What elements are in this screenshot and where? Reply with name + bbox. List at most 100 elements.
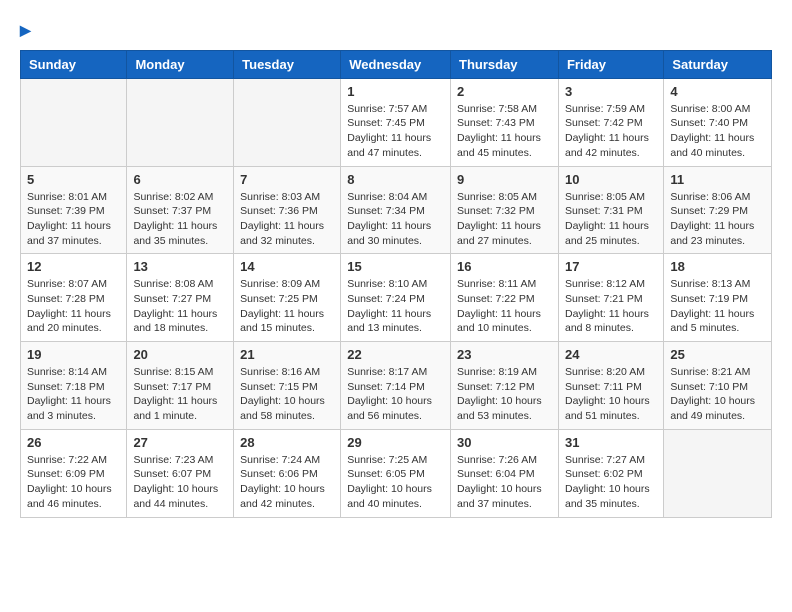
day-info: Sunrise: 7:57 AM Sunset: 7:45 PM Dayligh… <box>347 102 444 161</box>
day-info: Sunrise: 8:14 AM Sunset: 7:18 PM Dayligh… <box>27 365 120 424</box>
header-cell-sunday: Sunday <box>21 50 127 78</box>
calendar-cell: 5Sunrise: 8:01 AM Sunset: 7:39 PM Daylig… <box>21 166 127 254</box>
day-info: Sunrise: 8:20 AM Sunset: 7:11 PM Dayligh… <box>565 365 657 424</box>
calendar-cell: 14 Sunrise: 8:09 AM Sunset: 7:25 PM Dayli… <box>234 254 341 342</box>
day-number: 25 <box>670 347 765 362</box>
day-info: Sunrise: 7:27 AM Sunset: 6:02 PM Dayligh… <box>565 453 657 512</box>
day-number: 2 <box>457 84 552 99</box>
header-cell-monday: Monday <box>127 50 234 78</box>
day-info: Sunrise: 7:58 AM Sunset: 7:43 PM Dayligh… <box>457 102 552 161</box>
day-info: Sunrise: 8:12 AM Sunset: 7:21 PM Dayligh… <box>565 277 657 336</box>
week-row-3: 12 Sunrise: 8:07 AM Sunset: 7:28 PM Dayli… <box>21 254 772 342</box>
calendar-cell: 26 Sunrise: 7:22 AM Sunset: 6:09 PM Dayli… <box>21 429 127 517</box>
day-info: Sunrise: 7:22 AM Sunset: 6:09 PM Dayligh… <box>27 453 120 512</box>
day-number: 17 <box>565 259 657 274</box>
calendar-cell: 25 Sunrise: 8:21 AM Sunset: 7:10 PM Dayli… <box>664 342 772 430</box>
day-info: Sunrise: 7:24 AM Sunset: 6:06 PM Dayligh… <box>240 453 334 512</box>
calendar-cell: 3 Sunrise: 7:59 AM Sunset: 7:42 PM Daylig… <box>558 78 663 166</box>
calendar-cell: 18 Sunrise: 8:13 AM Sunset: 7:19 PM Dayli… <box>664 254 772 342</box>
header-cell-saturday: Saturday <box>664 50 772 78</box>
day-info: Sunrise: 8:05 AM Sunset: 7:31 PM Dayligh… <box>565 190 657 249</box>
day-info: Sunrise: 7:25 AM Sunset: 6:05 PM Dayligh… <box>347 453 444 512</box>
day-number: 4 <box>670 84 765 99</box>
day-info: Sunrise: 8:08 AM Sunset: 7:27 PM Dayligh… <box>133 277 227 336</box>
calendar-cell: 15 Sunrise: 8:10 AM Sunset: 7:24 PM Dayli… <box>341 254 451 342</box>
header-cell-wednesday: Wednesday <box>341 50 451 78</box>
calendar-cell: 9 Sunrise: 8:05 AM Sunset: 7:32 PM Daylig… <box>451 166 559 254</box>
calendar-cell <box>234 78 341 166</box>
calendar-cell: 7 Sunrise: 8:03 AM Sunset: 7:36 PM Daylig… <box>234 166 341 254</box>
day-number: 24 <box>565 347 657 362</box>
week-row-4: 19 Sunrise: 8:14 AM Sunset: 7:18 PM Dayli… <box>21 342 772 430</box>
day-number: 10 <box>565 172 657 187</box>
week-row-2: 5Sunrise: 8:01 AM Sunset: 7:39 PM Daylig… <box>21 166 772 254</box>
day-number: 16 <box>457 259 552 274</box>
calendar-cell <box>21 78 127 166</box>
calendar-cell: 16 Sunrise: 8:11 AM Sunset: 7:22 PM Dayli… <box>451 254 559 342</box>
page-header: ▶ <box>20 20 772 40</box>
day-info: Sunrise: 8:15 AM Sunset: 7:17 PM Dayligh… <box>133 365 227 424</box>
day-number: 19 <box>27 347 120 362</box>
calendar-header: SundayMondayTuesdayWednesdayThursdayFrid… <box>21 50 772 78</box>
day-info: Sunrise: 8:21 AM Sunset: 7:10 PM Dayligh… <box>670 365 765 424</box>
day-info: Sunrise: 8:05 AM Sunset: 7:32 PM Dayligh… <box>457 190 552 249</box>
day-info: Sunrise: 8:11 AM Sunset: 7:22 PM Dayligh… <box>457 277 552 336</box>
day-number: 21 <box>240 347 334 362</box>
header-cell-tuesday: Tuesday <box>234 50 341 78</box>
calendar-cell: 11Sunrise: 8:06 AM Sunset: 7:29 PM Dayli… <box>664 166 772 254</box>
day-info: Sunrise: 8:00 AM Sunset: 7:40 PM Dayligh… <box>670 102 765 161</box>
day-info: Sunrise: 8:16 AM Sunset: 7:15 PM Dayligh… <box>240 365 334 424</box>
day-info: Sunrise: 7:59 AM Sunset: 7:42 PM Dayligh… <box>565 102 657 161</box>
calendar-cell: 30Sunrise: 7:26 AM Sunset: 6:04 PM Dayli… <box>451 429 559 517</box>
calendar-cell <box>127 78 234 166</box>
day-info: Sunrise: 8:13 AM Sunset: 7:19 PM Dayligh… <box>670 277 765 336</box>
calendar-cell: 24 Sunrise: 8:20 AM Sunset: 7:11 PM Dayli… <box>558 342 663 430</box>
calendar-cell: 2 Sunrise: 7:58 AM Sunset: 7:43 PM Daylig… <box>451 78 559 166</box>
header-row: SundayMondayTuesdayWednesdayThursdayFrid… <box>21 50 772 78</box>
calendar-cell: 8Sunrise: 8:04 AM Sunset: 7:34 PM Daylig… <box>341 166 451 254</box>
day-number: 23 <box>457 347 552 362</box>
day-info: Sunrise: 7:23 AM Sunset: 6:07 PM Dayligh… <box>133 453 227 512</box>
logo-icon-shape: ▶ <box>20 22 31 38</box>
calendar-cell: 20 Sunrise: 8:15 AM Sunset: 7:17 PM Dayli… <box>127 342 234 430</box>
day-number: 1 <box>347 84 444 99</box>
header-cell-friday: Friday <box>558 50 663 78</box>
day-number: 22 <box>347 347 444 362</box>
day-number: 11 <box>670 172 765 187</box>
day-info: Sunrise: 8:03 AM Sunset: 7:36 PM Dayligh… <box>240 190 334 249</box>
logo-text: ▶ <box>20 20 31 40</box>
logo: ▶ <box>20 20 31 40</box>
day-number: 8 <box>347 172 444 187</box>
calendar-cell: 23Sunrise: 8:19 AM Sunset: 7:12 PM Dayli… <box>451 342 559 430</box>
day-info: Sunrise: 8:07 AM Sunset: 7:28 PM Dayligh… <box>27 277 120 336</box>
day-info: Sunrise: 7:26 AM Sunset: 6:04 PM Dayligh… <box>457 453 552 512</box>
day-number: 15 <box>347 259 444 274</box>
calendar-cell: 27 Sunrise: 7:23 AM Sunset: 6:07 PM Dayli… <box>127 429 234 517</box>
day-number: 28 <box>240 435 334 450</box>
calendar-cell: 19 Sunrise: 8:14 AM Sunset: 7:18 PM Dayli… <box>21 342 127 430</box>
day-number: 3 <box>565 84 657 99</box>
calendar-cell: 22Sunrise: 8:17 AM Sunset: 7:14 PM Dayli… <box>341 342 451 430</box>
day-info: Sunrise: 8:09 AM Sunset: 7:25 PM Dayligh… <box>240 277 334 336</box>
day-info: Sunrise: 8:01 AM Sunset: 7:39 PM Dayligh… <box>27 190 120 249</box>
day-number: 14 <box>240 259 334 274</box>
day-number: 27 <box>133 435 227 450</box>
calendar-cell: 6 Sunrise: 8:02 AM Sunset: 7:37 PM Daylig… <box>127 166 234 254</box>
calendar-cell: 31Sunrise: 7:27 AM Sunset: 6:02 PM Dayli… <box>558 429 663 517</box>
day-number: 9 <box>457 172 552 187</box>
calendar-cell: 28 Sunrise: 7:24 AM Sunset: 6:06 PM Dayli… <box>234 429 341 517</box>
calendar-cell: 21 Sunrise: 8:16 AM Sunset: 7:15 PM Dayli… <box>234 342 341 430</box>
header-cell-thursday: Thursday <box>451 50 559 78</box>
calendar-cell: 10 Sunrise: 8:05 AM Sunset: 7:31 PM Dayli… <box>558 166 663 254</box>
day-info: Sunrise: 8:02 AM Sunset: 7:37 PM Dayligh… <box>133 190 227 249</box>
day-number: 6 <box>133 172 227 187</box>
day-number: 12 <box>27 259 120 274</box>
day-number: 7 <box>240 172 334 187</box>
calendar-table: SundayMondayTuesdayWednesdayThursdayFrid… <box>20 50 772 518</box>
day-number: 20 <box>133 347 227 362</box>
day-number: 26 <box>27 435 120 450</box>
day-info: Sunrise: 8:10 AM Sunset: 7:24 PM Dayligh… <box>347 277 444 336</box>
calendar-cell: 13Sunrise: 8:08 AM Sunset: 7:27 PM Dayli… <box>127 254 234 342</box>
week-row-5: 26 Sunrise: 7:22 AM Sunset: 6:09 PM Dayli… <box>21 429 772 517</box>
day-number: 18 <box>670 259 765 274</box>
